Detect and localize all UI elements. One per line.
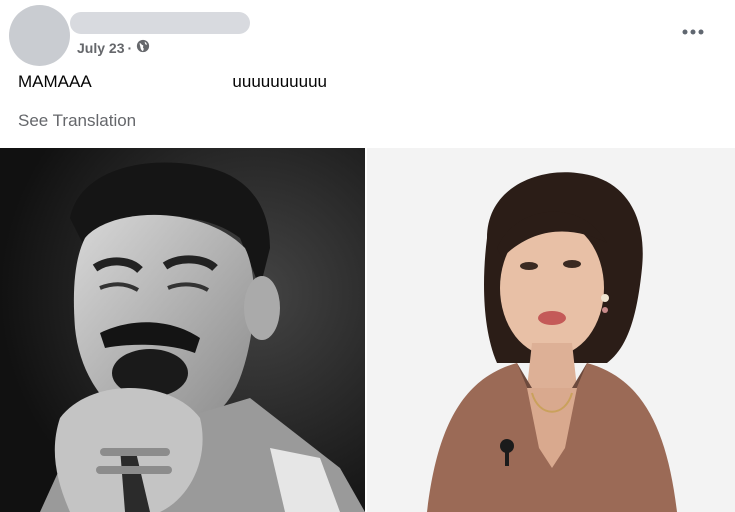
post-meta: July 23 · [77,39,150,56]
see-translation-link[interactable]: See Translation [18,111,136,131]
post-text: MAMAAA uuuuuuuuuu [18,72,327,91]
post-date[interactable]: July 23 [77,40,124,56]
avatar[interactable] [9,5,70,66]
meta-separator: · [127,39,133,56]
more-options-icon[interactable] [679,18,707,46]
globe-icon[interactable] [136,39,150,56]
photo-left[interactable] [0,148,365,512]
author-name-redacted[interactable] [70,12,250,34]
photo-right[interactable] [367,148,735,512]
